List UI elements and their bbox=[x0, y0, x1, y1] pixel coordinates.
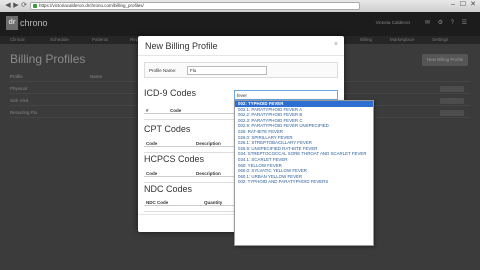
user-menu[interactable]: Victoria Calderon bbox=[376, 20, 410, 25]
row-action[interactable] bbox=[440, 86, 464, 92]
profile-name: Sick Visit bbox=[10, 98, 29, 103]
url-text: https://victoriacalderon.drchrono.com/bi… bbox=[39, 3, 144, 8]
modal-header: New Billing Profile × bbox=[138, 36, 344, 56]
profile-name-label: Profile Name: bbox=[149, 68, 177, 73]
col-header: Quantity bbox=[204, 200, 223, 205]
new-billing-profile-button[interactable]: New Billing Profile bbox=[422, 54, 468, 66]
col-header: Code bbox=[146, 141, 158, 146]
profile-name-input[interactable] bbox=[187, 66, 267, 75]
row-action[interactable] bbox=[440, 110, 464, 116]
col-header: # bbox=[146, 108, 149, 113]
close-window-icon[interactable]: ✕ bbox=[468, 1, 478, 9]
ndc-title: NDC Codes bbox=[144, 184, 193, 194]
modal-title: New Billing Profile bbox=[145, 41, 218, 51]
subnav-item[interactable]: Schedule bbox=[50, 37, 69, 42]
cpt-title: CPT Codes bbox=[144, 124, 191, 134]
address-bar[interactable]: https://victoriacalderon.drchrono.com/bi… bbox=[30, 2, 360, 10]
maximize-icon[interactable]: ☐ bbox=[458, 1, 468, 9]
app-navbar: dr chrono Victoria Calderon ✉ ⚙ ? ☰ bbox=[0, 12, 480, 36]
logo-text: chrono bbox=[20, 18, 48, 28]
profile-col: Name bbox=[90, 74, 103, 79]
row-action[interactable] bbox=[440, 98, 464, 104]
browser-toolbar: ◀ ▶ ⟳ https://victoriacalderon.drchrono.… bbox=[0, 0, 480, 12]
icd9-autocomplete-dropdown: 002: TYPHOID FEVER 002.1: PARATYPHOID FEV… bbox=[234, 100, 374, 246]
close-icon[interactable]: × bbox=[334, 41, 338, 48]
col-header: Description bbox=[196, 141, 221, 146]
lock-icon bbox=[33, 4, 37, 8]
col-header: Description bbox=[196, 171, 221, 176]
icd9-search-input[interactable] bbox=[234, 90, 338, 100]
icd9-title: ICD-9 Codes bbox=[144, 88, 197, 98]
subnav-item[interactable]: Billing bbox=[360, 37, 372, 42]
page-title: Billing Profiles bbox=[10, 52, 86, 66]
nav-icons[interactable]: ✉ ⚙ ? ☰ bbox=[425, 19, 470, 26]
subnav-item[interactable]: Patients bbox=[92, 37, 108, 42]
profile-name: Profile bbox=[10, 74, 23, 79]
drchrono-logo[interactable]: dr bbox=[6, 16, 18, 30]
reload-icon[interactable]: ⟳ bbox=[18, 2, 30, 10]
subnav-item[interactable]: Marketplace bbox=[390, 37, 415, 42]
subnav-item[interactable]: Settings bbox=[432, 37, 448, 42]
autocomplete-option[interactable]: 002: TYPHOID AND PARATYPHOID FEVERS bbox=[235, 179, 373, 185]
col-header: Code bbox=[170, 108, 182, 113]
profile-name-group: Profile Name: bbox=[144, 62, 338, 78]
profile-name: Recurring Flu bbox=[10, 110, 38, 115]
col-header: Code bbox=[146, 171, 158, 176]
profile-name: Physical bbox=[10, 86, 27, 91]
subnav-item[interactable]: Clinical bbox=[10, 37, 25, 42]
hcpcs-title: HCPCS Codes bbox=[144, 154, 205, 164]
col-header: NDC Code bbox=[146, 200, 169, 205]
minimize-icon[interactable]: – bbox=[448, 1, 458, 9]
